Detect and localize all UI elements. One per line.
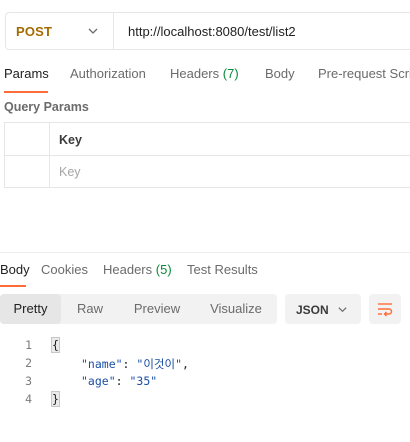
column-divider	[49, 123, 50, 187]
raw-button[interactable]: Raw	[61, 294, 119, 324]
wrap-lines-button[interactable]	[369, 294, 401, 324]
active-response-tab-indicator	[0, 285, 26, 287]
line-number: 2	[25, 356, 32, 370]
code-line: "age": "35"	[81, 374, 158, 388]
key-column-header: Key	[59, 133, 82, 147]
json-key: "age"	[81, 374, 116, 388]
code-line: "name": "이것이",	[81, 357, 189, 371]
tab-label: Test Results	[187, 262, 258, 277]
code-line: {	[51, 337, 60, 353]
tab-authorization[interactable]: Authorization	[70, 66, 146, 81]
tab-label: Headers	[170, 66, 220, 81]
response-tab-test-results[interactable]: Test Results	[187, 262, 258, 277]
line-number: 3	[25, 374, 32, 388]
chevron-down-icon	[88, 28, 98, 34]
pretty-button[interactable]: Pretty	[0, 294, 61, 324]
pane-divider[interactable]	[0, 252, 410, 253]
tab-label: Cookies	[41, 262, 88, 277]
json-value: "이것이"	[136, 357, 182, 371]
open-brace: {	[51, 337, 60, 353]
tab-body[interactable]: Body	[265, 66, 295, 81]
method-select[interactable]: POST	[6, 13, 114, 49]
url-input[interactable]: http://localhost:8080/test/list2	[128, 24, 296, 39]
tab-label: Body	[0, 262, 30, 277]
tab-pre-request-script[interactable]: Pre-request Scri	[318, 66, 410, 81]
tab-params[interactable]: Params	[4, 66, 49, 81]
tab-count: (5)	[155, 262, 172, 277]
request-bar: POST http://localhost:8080/test/list2	[5, 12, 410, 50]
active-tab-indicator	[4, 91, 48, 93]
line-number: 1	[25, 338, 32, 352]
wrap-lines-icon	[378, 303, 393, 317]
close-brace: }	[51, 391, 60, 407]
response-tab-cookies[interactable]: Cookies	[41, 262, 88, 277]
query-params-table: Key Key	[4, 122, 410, 188]
row-divider	[5, 155, 410, 156]
line-number: 4	[25, 392, 32, 406]
response-tab-body[interactable]: Body	[0, 262, 30, 277]
format-select[interactable]: JSON	[285, 294, 361, 324]
json-key: "name"	[81, 357, 123, 371]
code-line: }	[51, 391, 60, 407]
json-value: "35"	[129, 374, 158, 388]
preview-button[interactable]: Preview	[119, 294, 195, 324]
tab-label: Params	[4, 66, 49, 81]
key-input[interactable]: Key	[59, 165, 81, 179]
tab-label: Authorization	[70, 66, 146, 81]
tab-count: (7)	[222, 66, 239, 81]
tab-headers[interactable]: Headers (7)	[170, 66, 239, 81]
method-label: POST	[16, 24, 53, 39]
tab-label: Headers	[103, 262, 153, 277]
view-mode-segmented-control: Pretty Raw Preview Visualize	[0, 294, 277, 324]
query-params-title: Query Params	[4, 100, 89, 114]
tab-label: Pre-request Scri	[318, 66, 410, 81]
chevron-down-icon	[338, 307, 347, 313]
response-body-code[interactable]: 1 2 3 4 { "name": "이것이", "age": "35" }	[0, 336, 410, 416]
response-tab-headers[interactable]: Headers (5)	[103, 262, 172, 277]
visualize-button[interactable]: Visualize	[195, 294, 277, 324]
format-label: JSON	[296, 303, 329, 317]
tab-label: Body	[265, 66, 295, 81]
